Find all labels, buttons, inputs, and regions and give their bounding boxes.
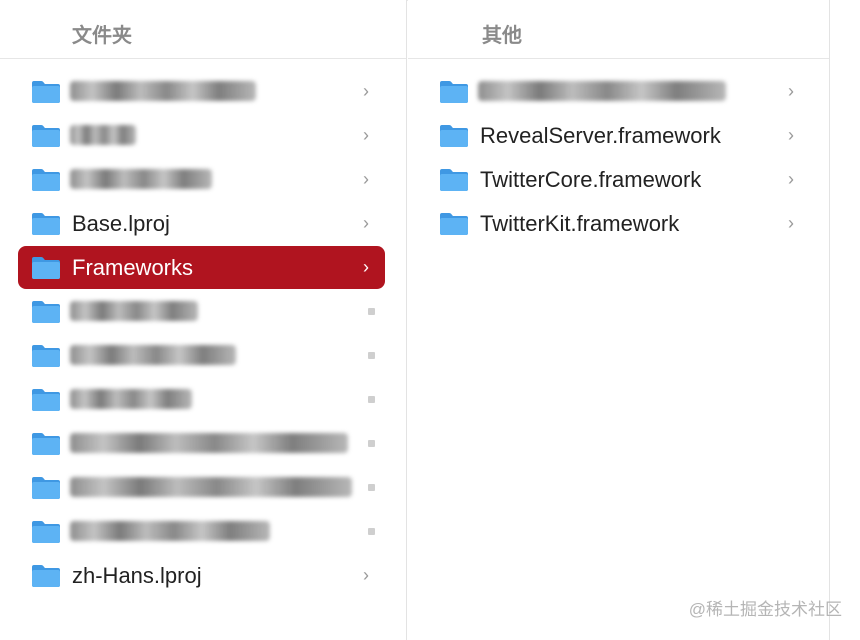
list-item[interactable]: [18, 422, 385, 465]
chevron-right-icon: ›: [363, 213, 369, 233]
placeholder-icon: [368, 440, 375, 447]
column-header-other: 其他: [408, 0, 829, 59]
list-item[interactable]: [18, 290, 385, 333]
column-header-label: 其他: [482, 25, 522, 47]
list-item[interactable]: [18, 510, 385, 553]
list-item[interactable]: ›: [426, 70, 810, 113]
folder-icon: [31, 388, 61, 412]
folder-icon: [31, 432, 61, 456]
list-item[interactable]: Frameworks ›: [18, 246, 385, 289]
list-item-label: TwitterKit.framework: [480, 211, 680, 236]
list-item-label: RevealServer.framework: [480, 123, 721, 148]
folder-icon: [31, 300, 61, 324]
folder-icon: [31, 212, 61, 236]
watermark-text: @稀土掘金技术社区: [688, 600, 842, 619]
folder-icon: [31, 256, 61, 280]
chevron-right-icon: ›: [363, 125, 369, 145]
blurred-label: [70, 521, 270, 541]
column-other[interactable]: 其他 › RevealServer.framework › TwitterCore.f…: [408, 0, 829, 640]
folder-icon: [31, 124, 61, 148]
placeholder-icon: [368, 352, 375, 359]
column-header-folders: 文件夹: [0, 0, 406, 59]
folder-icon: [31, 476, 61, 500]
blurred-label: [70, 169, 212, 189]
chevron-right-icon: ›: [788, 169, 794, 189]
list-item-label: TwitterCore.framework: [480, 167, 702, 192]
column-divider[interactable]: [829, 0, 830, 640]
folder-icon: [439, 80, 469, 104]
blurred-label: [70, 81, 256, 101]
placeholder-icon: [368, 396, 375, 403]
folder-icon: [31, 80, 61, 104]
blurred-label: [70, 477, 352, 497]
chevron-right-icon: ›: [363, 565, 369, 585]
placeholder-icon: [368, 308, 375, 315]
placeholder-icon: [368, 484, 375, 491]
chevron-right-icon: ›: [788, 81, 794, 101]
list-item-label: zh-Hans.lproj: [72, 563, 202, 588]
list-item[interactable]: ›: [18, 70, 385, 113]
folder-icon: [31, 564, 61, 588]
list-item[interactable]: Base.lproj ›: [18, 202, 385, 245]
folder-icon: [31, 344, 61, 368]
chevron-right-icon: ›: [788, 213, 794, 233]
list-item[interactable]: TwitterCore.framework ›: [426, 158, 810, 201]
list-item[interactable]: ›: [18, 158, 385, 201]
folder-icon: [439, 124, 469, 148]
list-item[interactable]: TwitterKit.framework ›: [426, 202, 810, 245]
blurred-label: [70, 433, 348, 453]
finder-window: 文件夹 › › › Base.lproj › Frameworks › zh-Hans.lpr…: [0, 0, 860, 640]
blurred-label: [70, 125, 136, 145]
list-item-label: Base.lproj: [72, 211, 170, 236]
chevron-right-icon: ›: [363, 81, 369, 101]
chevron-right-icon: ›: [788, 125, 794, 145]
chevron-right-icon: ›: [363, 257, 369, 277]
folder-icon: [31, 168, 61, 192]
list-item[interactable]: [18, 334, 385, 377]
column-header-label: 文件夹: [72, 25, 132, 47]
column-divider[interactable]: [406, 0, 407, 640]
blurred-label: [70, 389, 192, 409]
list-item[interactable]: [18, 466, 385, 509]
list-item-label: Frameworks: [72, 255, 194, 280]
blurred-label: [70, 345, 236, 365]
blurred-label: [70, 301, 198, 321]
placeholder-icon: [368, 528, 375, 535]
folder-icon: [439, 212, 469, 236]
list-item[interactable]: ›: [18, 114, 385, 157]
list-item[interactable]: [18, 378, 385, 421]
column-folders[interactable]: 文件夹 › › › Base.lproj › Frameworks › zh-Hans.lpr…: [0, 0, 406, 640]
folder-icon: [439, 168, 469, 192]
list-item[interactable]: zh-Hans.lproj ›: [18, 554, 385, 597]
blurred-label: [478, 81, 726, 101]
folder-icon: [31, 520, 61, 544]
chevron-right-icon: ›: [363, 169, 369, 189]
list-item[interactable]: RevealServer.framework ›: [426, 114, 810, 157]
